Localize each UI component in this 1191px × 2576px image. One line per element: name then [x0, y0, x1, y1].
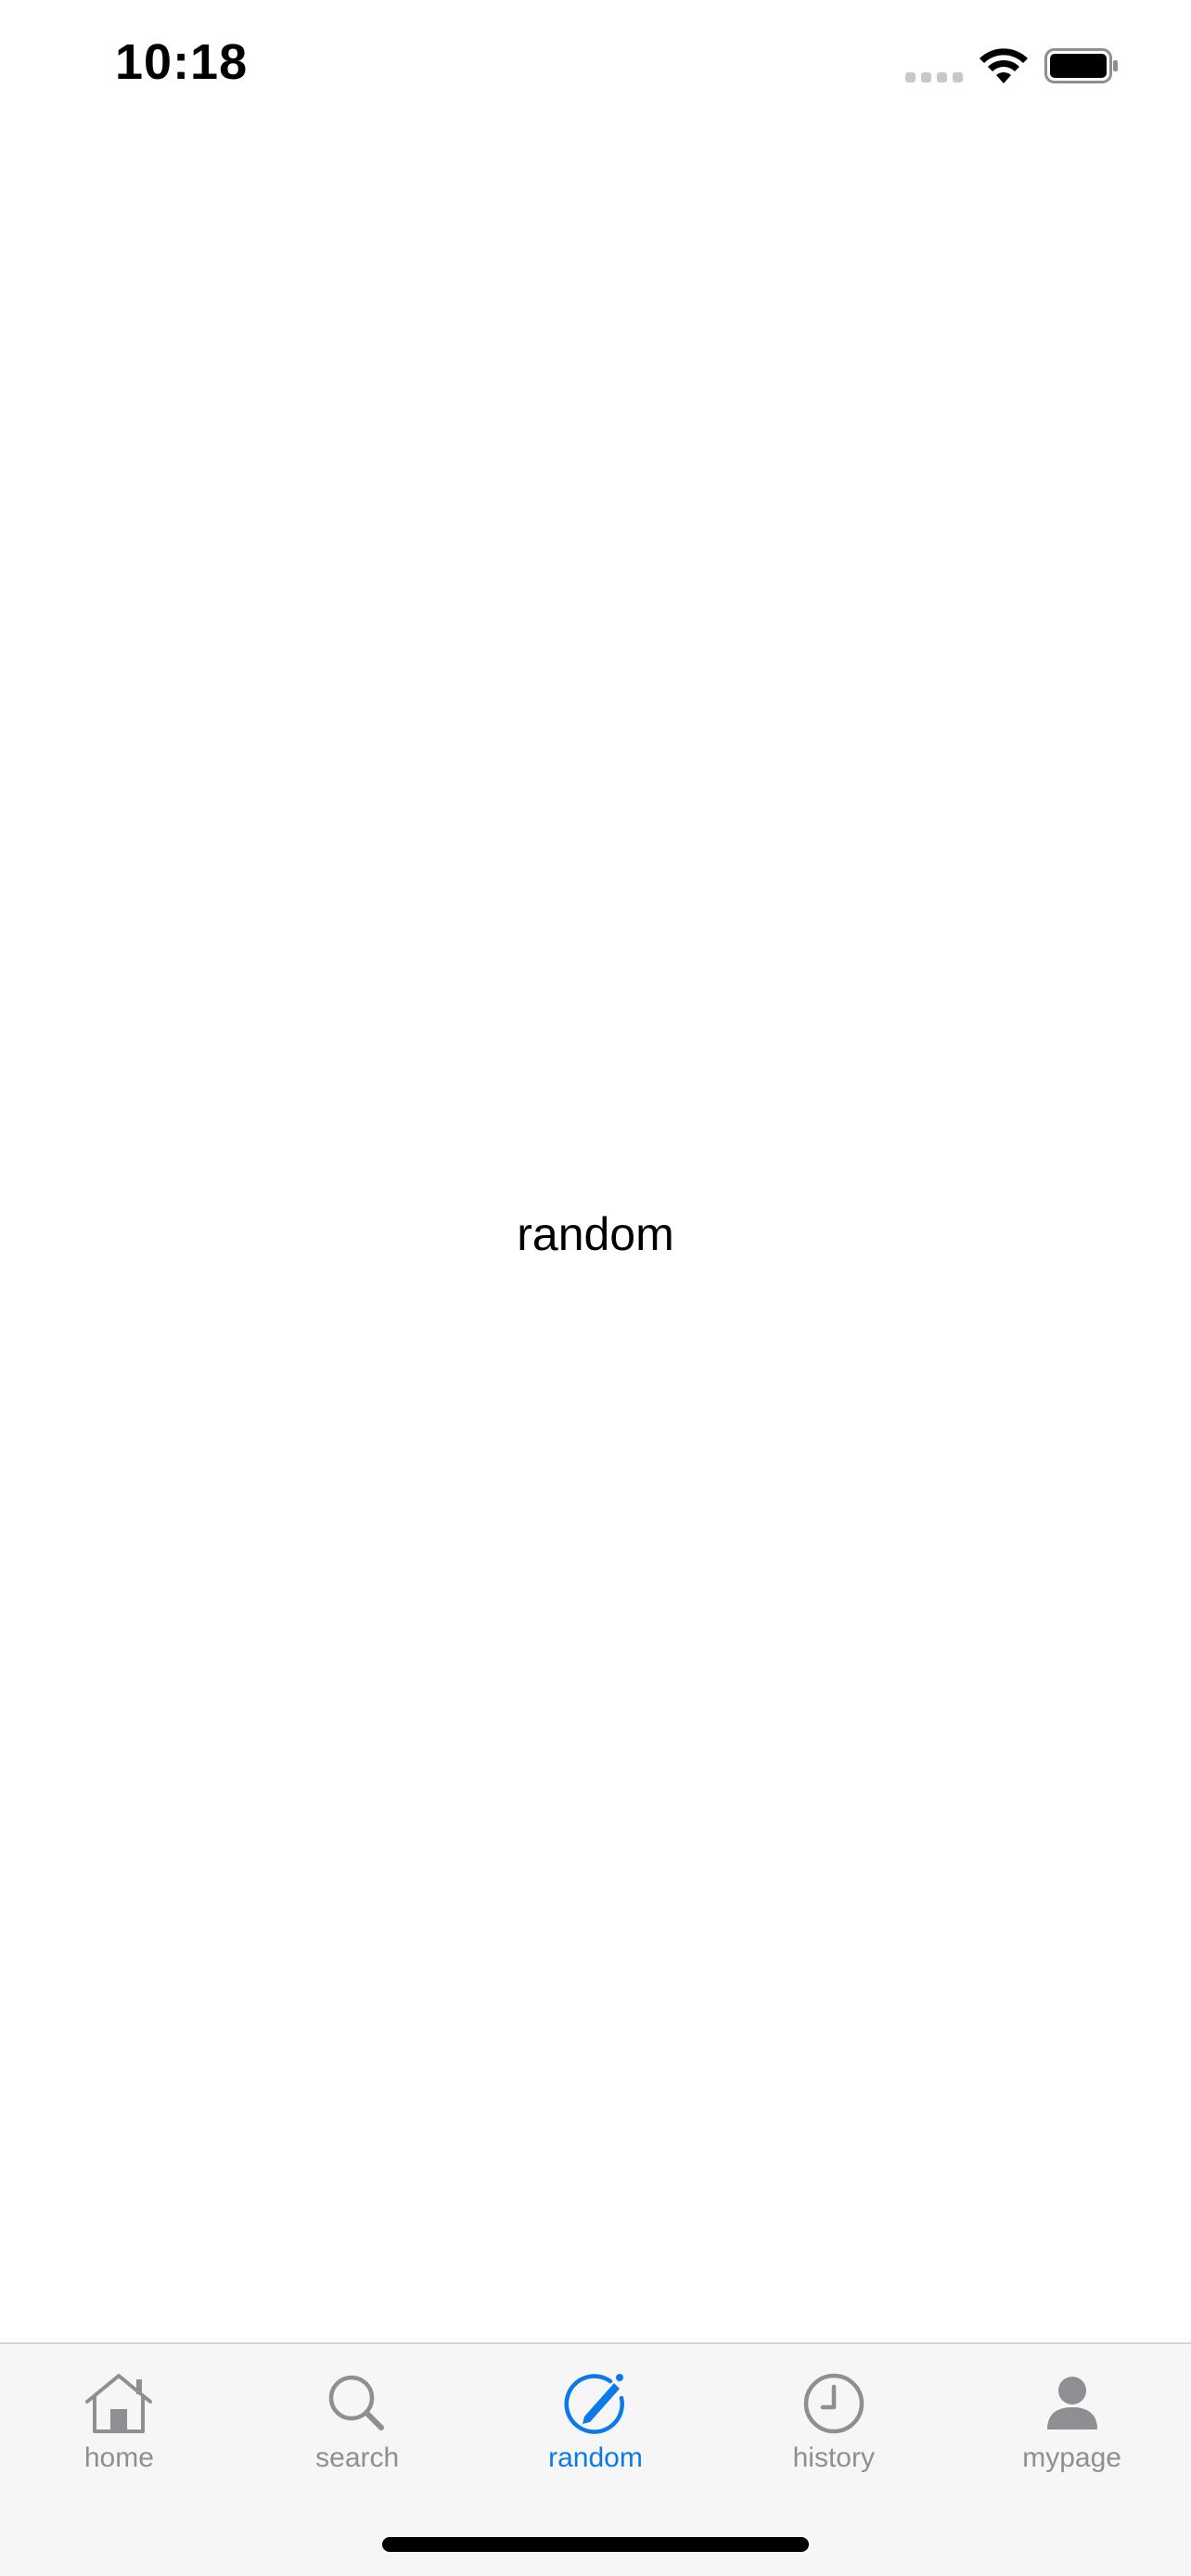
status-bar: 10:18: [0, 0, 1191, 139]
tab-random-label: random: [548, 2442, 643, 2473]
house-icon: [85, 2374, 153, 2433]
tab-search-label: search: [315, 2442, 400, 2473]
magnifying-glass-icon: [328, 2375, 385, 2430]
screen: 10:18 random home search random history …: [0, 0, 1191, 2576]
tab-history[interactable]: history: [714, 2344, 953, 2502]
tab-home[interactable]: home: [0, 2344, 238, 2502]
tab-random[interactable]: random: [477, 2344, 715, 2502]
person-icon: [1046, 2377, 1097, 2429]
tab-mypage[interactable]: mypage: [953, 2344, 1191, 2502]
tab-home-label: home: [83, 2442, 154, 2473]
pencil-circle-icon: [564, 2374, 624, 2434]
tab-mypage-label: mypage: [1022, 2442, 1121, 2473]
tab-history-label: history: [792, 2442, 875, 2473]
home-indicator[interactable]: [382, 2537, 809, 2552]
wifi-icon: [980, 48, 1028, 83]
clock-icon: [803, 2373, 864, 2434]
main-content: random: [0, 139, 1191, 2342]
page-label: random: [517, 1208, 674, 1260]
tab-search[interactable]: search: [238, 2344, 477, 2502]
cellular-signal-icon: [905, 72, 963, 83]
battery-icon: [1044, 48, 1118, 83]
status-time: 10:18: [115, 34, 249, 90]
